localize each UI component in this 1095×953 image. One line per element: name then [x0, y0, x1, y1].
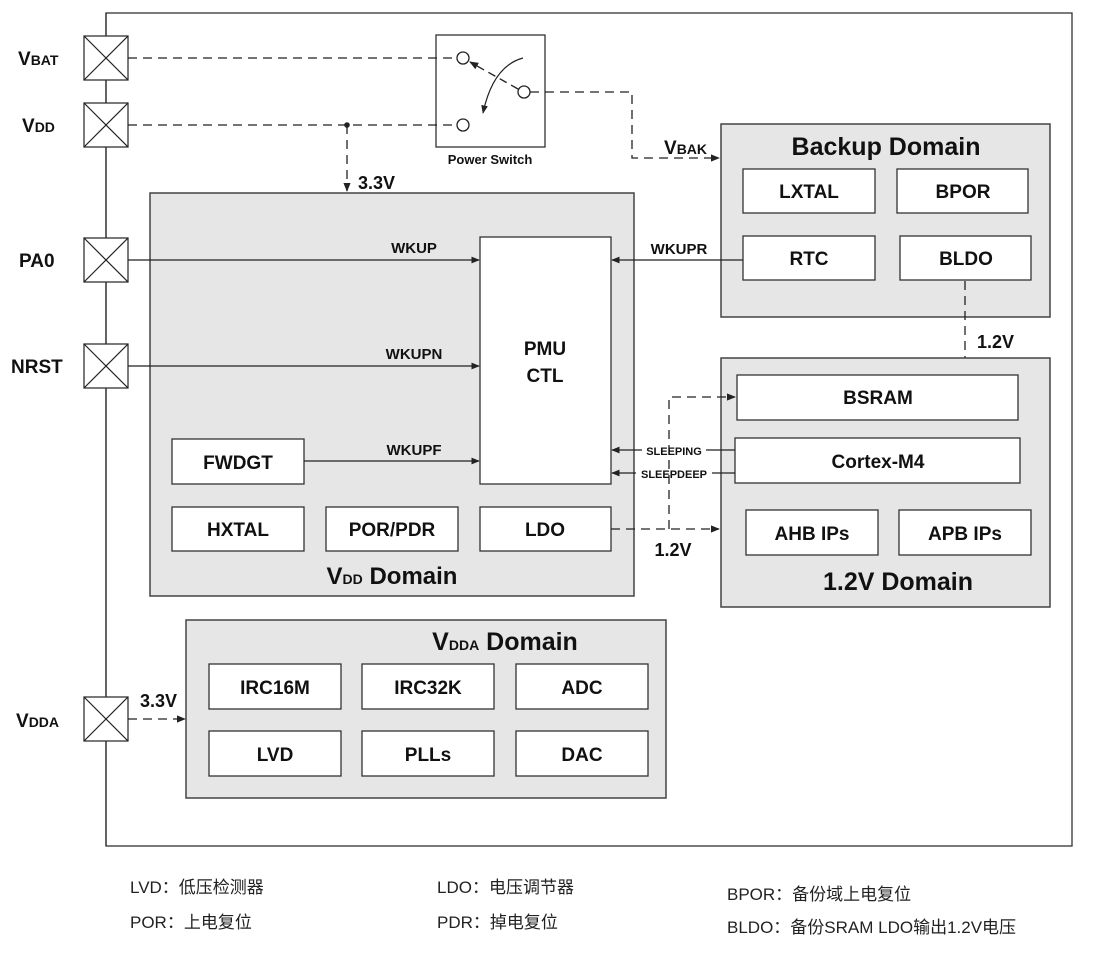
- bldo-label: BLDO: [939, 249, 993, 270]
- ahb-ips-label: AHB IPs: [775, 524, 850, 545]
- ldo-12v-label: 1.2V: [654, 540, 691, 560]
- legend-ldo: LDO：电压调节器: [437, 878, 574, 897]
- pin-label-vbat: VBAT: [18, 49, 59, 70]
- pmu-ctl-block: [479, 236, 612, 485]
- legend-bldo: BLDO：备份SRAM LDO输出1.2V电压: [727, 918, 1016, 937]
- fwdgt-label: FWDGT: [203, 453, 273, 474]
- porpdr-label: POR/PDR: [349, 520, 436, 541]
- pad-vdd: [83, 102, 129, 148]
- wkupf-label: WKUPF: [387, 442, 442, 459]
- switch-terminal-vbat: [456, 51, 470, 65]
- wkupn-label: WKUPN: [386, 346, 443, 363]
- wkupr-label: WKUPR: [651, 241, 708, 258]
- lvd-label: LVD: [257, 745, 294, 766]
- bpor-label: BPOR: [936, 182, 991, 203]
- switch-terminal-vdd: [456, 118, 470, 132]
- pmu-label-line1: PMU: [524, 339, 566, 360]
- backup-domain-title: Backup Domain: [792, 133, 981, 161]
- legend-por: POR：上电复位: [130, 913, 252, 932]
- pin-label-nrst: NRST: [11, 357, 63, 378]
- pin-label-vdda: VDDA: [16, 711, 59, 732]
- sleeping-label: SLEEPING: [646, 446, 702, 458]
- legend: LVD：低压检测器 POR：上电复位 LDO：电压调节器 PDR：掉电复位 BP…: [130, 878, 1016, 937]
- cortex-m4-label: Cortex-M4: [832, 452, 925, 473]
- power-domain-diagram: VBAT VDD PA0 NRST VDDA Power Switch 3.3V…: [11, 12, 1073, 937]
- legend-bpor: BPOR：备份域上电复位: [727, 885, 911, 904]
- sleepdeep-label: SLEEPDEEP: [641, 469, 707, 481]
- vdd-33v-label: 3.3V: [358, 173, 395, 193]
- pad-nrst: [83, 343, 129, 389]
- pad-pa0: [83, 237, 129, 283]
- vbak-label: VBAK: [664, 138, 707, 159]
- vdda-33v-label: 3.3V: [140, 691, 177, 711]
- pin-label-pa0: PA0: [19, 251, 55, 272]
- pad-vbat: [83, 35, 129, 81]
- legend-lvd: LVD：低压检测器: [130, 878, 264, 897]
- bsram-label: BSRAM: [843, 388, 913, 409]
- irc16m-label: IRC16M: [240, 678, 310, 699]
- power-switch: [435, 34, 546, 148]
- core-domain-title: 1.2V Domain: [823, 568, 973, 596]
- pad-vdda: [83, 696, 129, 742]
- pmu-label-line2: CTL: [527, 366, 564, 387]
- hxtal-label: HXTAL: [207, 520, 269, 541]
- lxtal-label: LXTAL: [779, 182, 839, 203]
- dac-label: DAC: [561, 745, 602, 766]
- adc-label: ADC: [561, 678, 602, 699]
- power-switch-label: Power Switch: [448, 152, 533, 167]
- legend-pdr: PDR：掉电复位: [437, 913, 558, 932]
- pin-label-vdd: VDD: [22, 116, 55, 137]
- bldo-12v-label: 1.2V: [977, 332, 1014, 352]
- switch-terminal-out: [517, 85, 531, 99]
- wkup-label: WKUP: [391, 240, 437, 257]
- apb-ips-label: APB IPs: [928, 524, 1002, 545]
- plls-label: PLLs: [405, 745, 451, 766]
- ldo-label: LDO: [525, 520, 565, 541]
- rtc-label: RTC: [789, 249, 828, 270]
- irc32k-label: IRC32K: [394, 678, 462, 699]
